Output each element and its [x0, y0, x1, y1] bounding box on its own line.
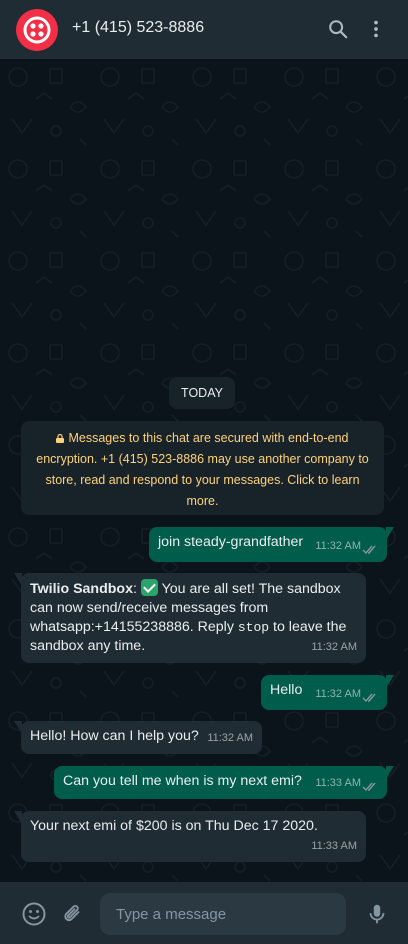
contact-name[interactable]: +1 (415) 523-8886 — [72, 19, 204, 37]
encryption-notice-text: Messages to this chat are secured with e… — [36, 431, 369, 508]
emoji-icon[interactable] — [21, 901, 47, 927]
message-time: 11:33 AM — [311, 840, 357, 852]
chat-header: +1 (415) 523-8886 — [0, 0, 408, 59]
message-text: Hello — [270, 682, 303, 698]
message-text: Hello! How can I help you? — [30, 728, 199, 744]
twilio-logo-icon[interactable] — [16, 9, 58, 51]
encryption-notice[interactable]: Messages to this chat are secured with e… — [21, 421, 384, 515]
message-input[interactable] — [100, 893, 346, 935]
message-time: 11:32 AM — [315, 688, 361, 700]
message-bubble-outgoing[interactable]: join steady-grandfather 11:32 AM — [149, 527, 394, 562]
double-check-icon — [362, 545, 376, 555]
message-text: Can you tell me when is my next emi? — [63, 773, 302, 789]
check-mark-emoji-icon — [140, 579, 158, 596]
microphone-icon[interactable] — [364, 901, 390, 927]
double-check-icon — [362, 782, 376, 792]
message-text: Twilio Sandbox: You are all set! The san… — [30, 579, 347, 654]
inline-code: stop — [237, 620, 270, 635]
message-time: 11:32 AM — [207, 732, 253, 744]
double-check-icon — [362, 693, 376, 703]
lock-icon — [56, 434, 65, 443]
message-time: 11:32 AM — [311, 641, 357, 653]
message-bubble-incoming[interactable]: Twilio Sandbox: You are all set! The san… — [14, 573, 366, 663]
message-text: join steady-grandfather — [158, 534, 304, 550]
message-bubble-incoming[interactable]: Hello! How can I help you? 11:32 AM — [14, 721, 262, 754]
chat-area[interactable]: TODAY Messages to this chat are secured … — [0, 59, 408, 882]
sender-name: Twilio Sandbox — [30, 581, 133, 597]
message-text: Your next emi of $200 is on Thu Dec 17 2… — [30, 818, 318, 834]
message-bubble-outgoing[interactable]: Can you tell me when is my next emi? 11:… — [54, 766, 394, 799]
message-bubble-outgoing[interactable]: Hello 11:32 AM — [261, 675, 394, 710]
message-composer — [0, 882, 408, 944]
search-icon[interactable] — [326, 17, 350, 41]
message-time: 11:33 AM — [315, 777, 361, 789]
paperclip-icon[interactable] — [60, 901, 86, 927]
message-bubble-incoming[interactable]: Your next emi of $200 is on Thu Dec 17 2… — [14, 811, 366, 862]
more-vertical-icon[interactable] — [364, 17, 388, 41]
message-time: 11:32 AM — [315, 540, 361, 552]
date-divider: TODAY — [169, 377, 235, 409]
